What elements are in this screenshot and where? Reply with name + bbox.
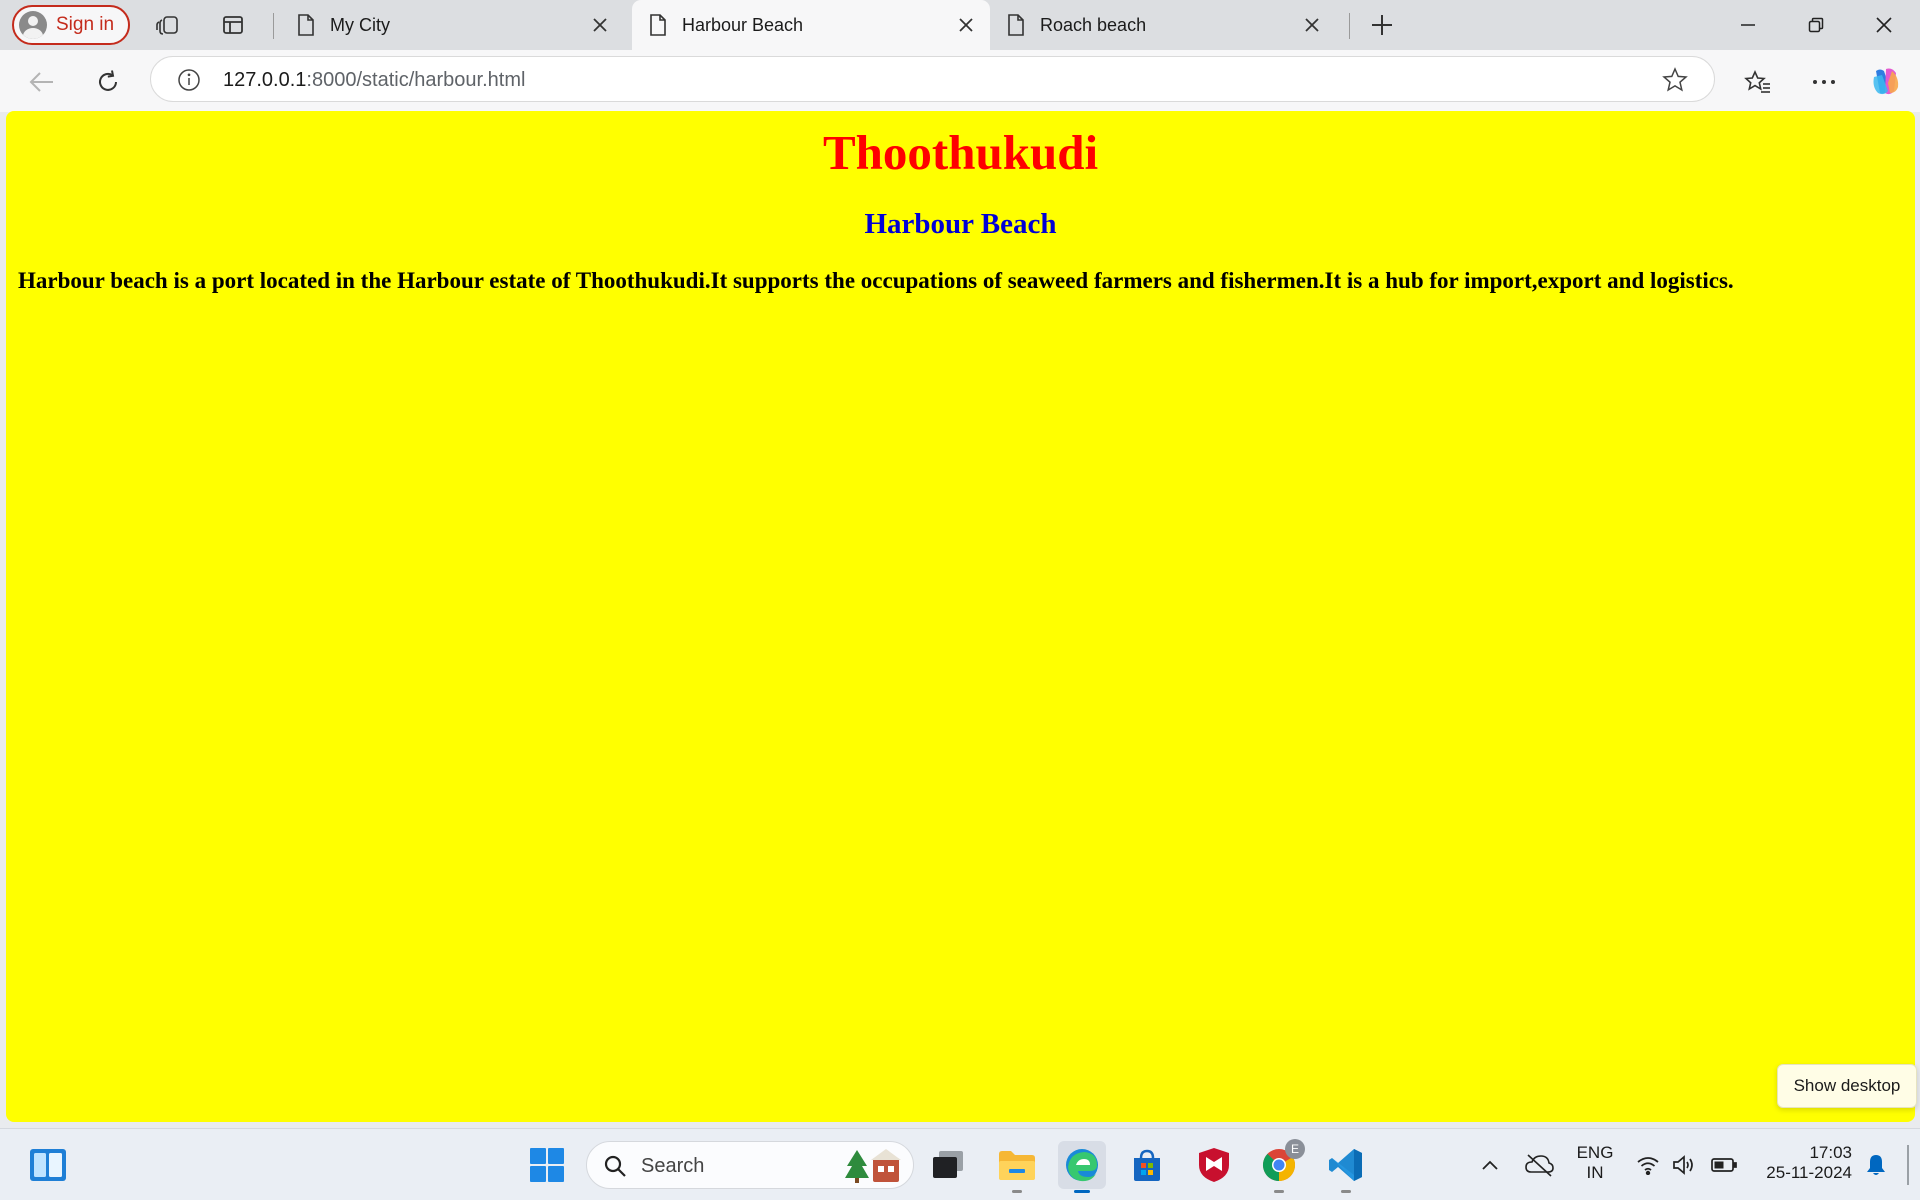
start-windows-icon[interactable]: [523, 1141, 571, 1189]
new-tab-icon[interactable]: [1367, 10, 1397, 40]
close-tab-icon[interactable]: [954, 13, 978, 37]
chrome-icon[interactable]: E: [1255, 1139, 1305, 1193]
battery-icon[interactable]: [1704, 1141, 1744, 1189]
minimize-icon[interactable]: [1714, 0, 1782, 50]
clock[interactable]: 17:03 25-11-2024: [1756, 1143, 1852, 1183]
file-explorer-icon[interactable]: [993, 1141, 1041, 1193]
tab-harbour-beach[interactable]: Harbour Beach: [632, 0, 990, 50]
language-code: ENG: [1576, 1143, 1614, 1162]
tab-title: Harbour Beach: [682, 14, 804, 35]
running-indicator: [1274, 1190, 1284, 1193]
show-desktop-tooltip: Show desktop: [1777, 1064, 1917, 1108]
close-window-icon[interactable]: [1850, 0, 1918, 50]
page-title: Thoothukudi: [822, 125, 1099, 180]
page-subtitle: Harbour Beach: [864, 208, 1057, 240]
active-indicator: [1074, 1190, 1090, 1193]
search-placeholder: Search: [641, 1155, 705, 1177]
workspaces-icon[interactable]: [154, 10, 184, 40]
tab-title: My City: [330, 14, 390, 35]
search-icon: [604, 1155, 626, 1177]
show-desktop-button[interactable]: [1907, 1145, 1909, 1185]
tab-my-city[interactable]: My City: [280, 0, 624, 50]
url-host: 127.0.0.1: [223, 69, 307, 91]
notification-bell-icon[interactable]: [1856, 1141, 1896, 1189]
mcafee-icon[interactable]: [1190, 1141, 1238, 1189]
vscode-icon[interactable]: [1322, 1141, 1370, 1193]
url-path: :8000/static/harbour.html: [306, 69, 526, 91]
volume-icon[interactable]: [1664, 1141, 1704, 1189]
restore-icon[interactable]: [1782, 0, 1850, 50]
running-indicator: [1341, 1190, 1351, 1193]
tab-roach-beach[interactable]: Roach beach: [990, 0, 1336, 50]
page-icon: [298, 14, 314, 36]
profile-avatar-icon: [19, 11, 47, 39]
web-page: Thoothukudi Harbour Beach Harbour beach …: [6, 111, 1915, 1122]
browser-toolbar: 127.0.0.1:8000/static/harbour.html: [0, 50, 1920, 112]
wifi-icon[interactable]: [1628, 1141, 1668, 1189]
task-view-icon[interactable]: [924, 1141, 972, 1189]
close-tab-icon[interactable]: [1300, 13, 1324, 37]
page-icon: [650, 14, 666, 36]
refresh-icon[interactable]: [89, 63, 127, 101]
back-arrow-icon[interactable]: [23, 63, 61, 101]
taskbar-search-box[interactable]: Search: [586, 1141, 914, 1189]
page-paragraph: Harbour beach is a port located in the H…: [18, 268, 1734, 293]
sign-in-label: Sign in: [56, 14, 115, 35]
favorite-star-icon[interactable]: [1662, 67, 1688, 98]
more-options-icon[interactable]: [1805, 63, 1843, 101]
url-text[interactable]: 127.0.0.1:8000/static/harbour.html: [223, 69, 525, 92]
tab-actions-icon[interactable]: [218, 10, 248, 40]
region-code: IN: [1586, 1163, 1604, 1182]
onedrive-offline-icon[interactable]: [1515, 1141, 1563, 1189]
favorites-icon[interactable]: [1739, 63, 1777, 101]
page-icon: [1008, 14, 1024, 36]
clock-time: 17:03: [1809, 1143, 1852, 1162]
copilot-icon[interactable]: [1866, 63, 1904, 101]
search-highlight-tree-icon: [845, 1149, 901, 1183]
tab-title: Roach beach: [1040, 14, 1147, 35]
chrome-profile-badge: E: [1285, 1139, 1305, 1159]
taskbar: Search E ENG IN 17:03 25-11-2024: [0, 1128, 1920, 1200]
clock-date: 25-11-2024: [1766, 1163, 1852, 1182]
language-indicator[interactable]: ENG IN: [1575, 1143, 1615, 1183]
edge-browser-icon[interactable]: [1058, 1141, 1106, 1193]
running-indicator: [1012, 1190, 1022, 1193]
tab-separator: [273, 13, 274, 39]
address-bar[interactable]: 127.0.0.1:8000/static/harbour.html: [150, 56, 1715, 102]
show-hidden-icons-chevron-icon[interactable]: [1466, 1141, 1514, 1189]
close-tab-icon[interactable]: [588, 13, 612, 37]
tab-separator: [1349, 13, 1350, 39]
site-info-icon[interactable]: [177, 68, 201, 97]
sign-in-button[interactable]: Sign in: [12, 5, 130, 45]
widgets-icon[interactable]: [24, 1141, 72, 1189]
microsoft-store-icon[interactable]: [1123, 1141, 1171, 1189]
tab-strip: Sign in My City Harbour Beach Roach beac…: [0, 0, 1920, 50]
